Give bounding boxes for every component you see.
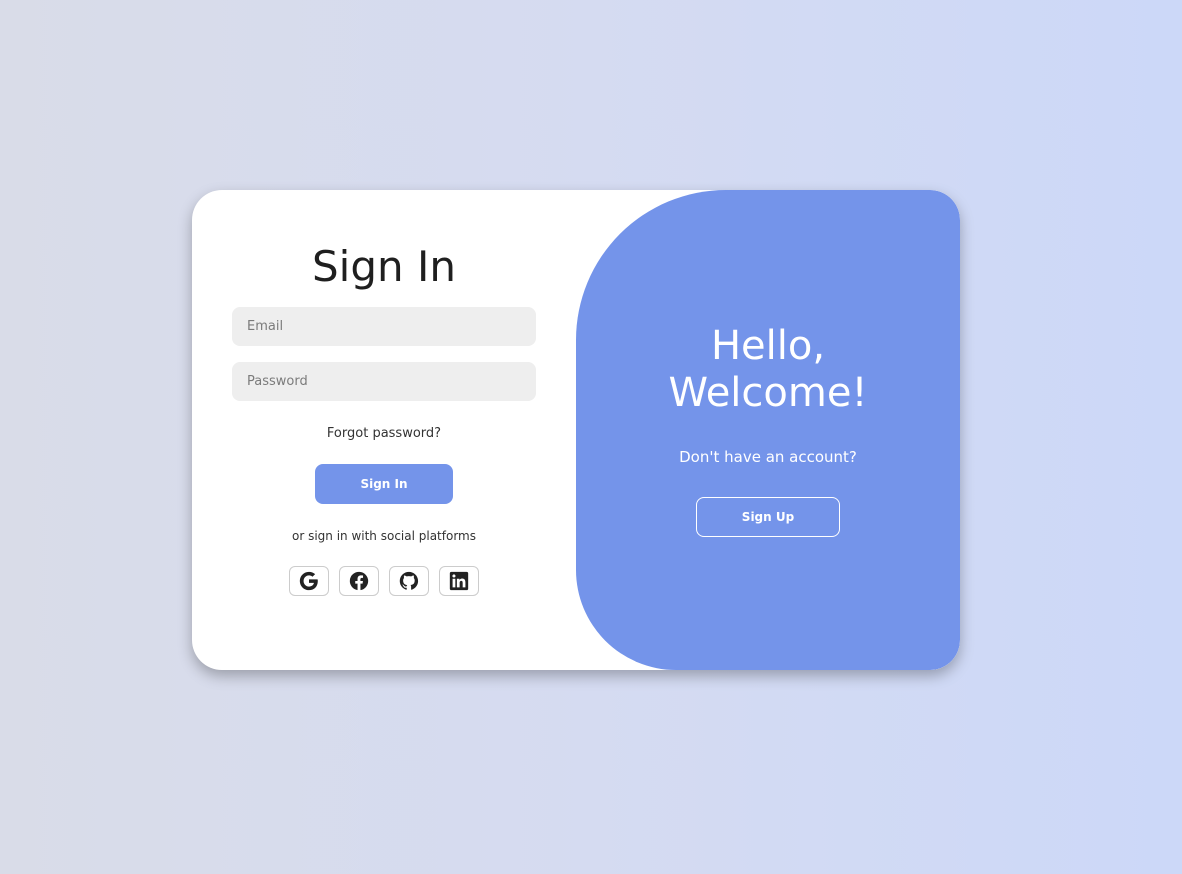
sign-in-panel: Sign In Forgot password? Sign In or sign…	[192, 190, 576, 670]
forgot-password-link[interactable]: Forgot password?	[192, 426, 576, 441]
sign-up-button[interactable]: Sign Up	[696, 497, 840, 537]
facebook-icon	[348, 570, 370, 592]
password-input[interactable]	[232, 362, 536, 401]
welcome-line-1: Hello,	[710, 323, 826, 369]
linkedin-icon	[448, 570, 470, 592]
welcome-panel: Hello, Welcome! Don't have an account? S…	[576, 190, 960, 670]
welcome-heading: Hello, Welcome!	[576, 323, 960, 417]
social-buttons	[289, 566, 479, 596]
social-platforms-text: or sign in with social platforms	[291, 529, 476, 543]
sign-in-button[interactable]: Sign In	[315, 464, 453, 504]
auth-card: Sign In Forgot password? Sign In or sign…	[192, 190, 960, 670]
google-button[interactable]	[289, 566, 329, 596]
facebook-button[interactable]	[339, 566, 379, 596]
email-input[interactable]	[232, 307, 536, 346]
sign-in-title: Sign In	[312, 242, 456, 291]
google-icon	[298, 570, 320, 592]
linkedin-button[interactable]	[439, 566, 479, 596]
github-icon	[398, 570, 420, 592]
welcome-line-2: Welcome!	[668, 370, 868, 416]
no-account-text: Don't have an account?	[679, 448, 857, 466]
github-button[interactable]	[389, 566, 429, 596]
